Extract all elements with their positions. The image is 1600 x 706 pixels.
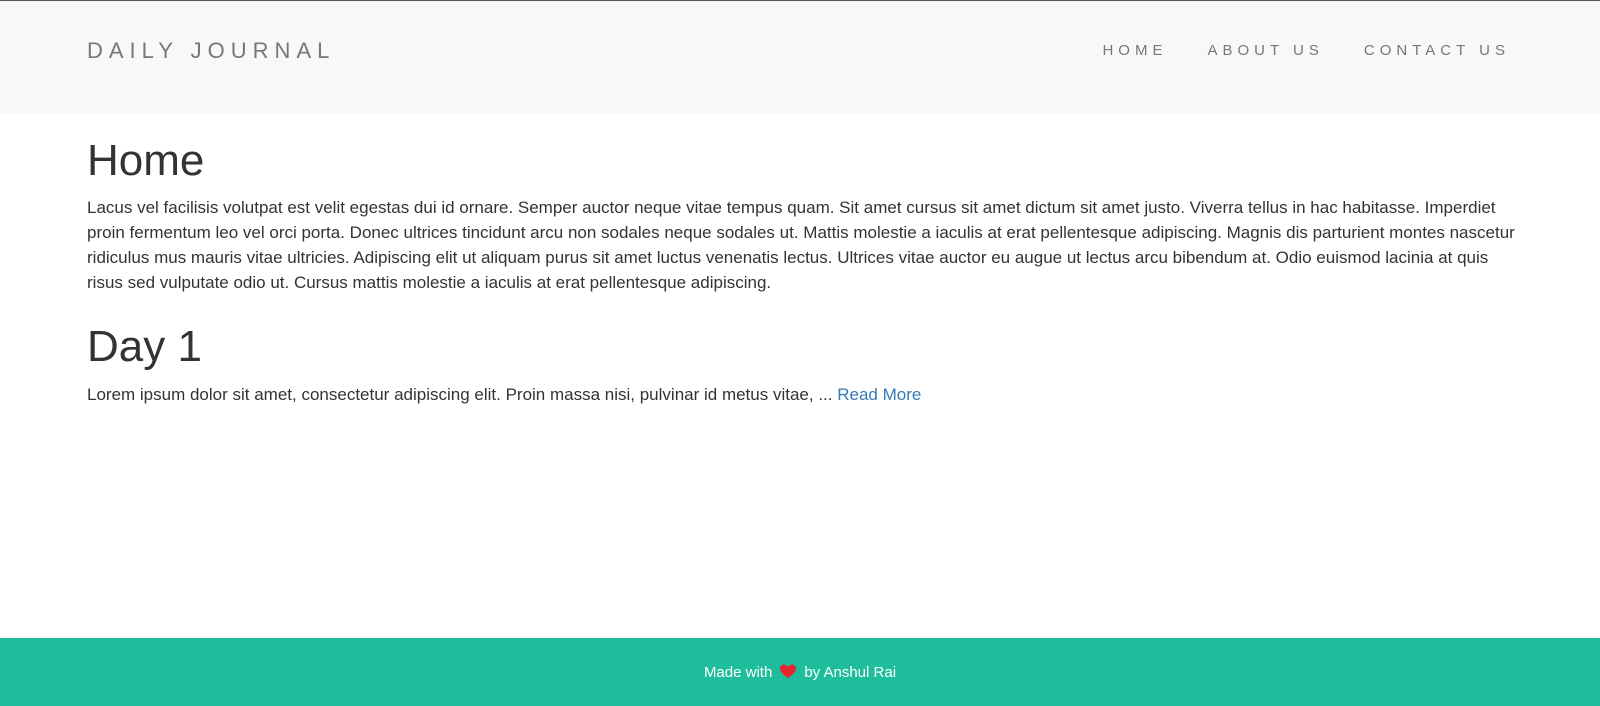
post-title: Day 1: [87, 322, 202, 372]
nav-menu: HOME ABOUT US CONTACT US: [1102, 42, 1510, 60]
heart-icon: [780, 664, 797, 680]
footer: Made with by Anshul Rai: [0, 638, 1600, 706]
home-intro-text: Lacus vel facilisis volutpat est velit e…: [87, 198, 1515, 293]
page-title: Home: [87, 136, 205, 185]
nav-item-contact: CONTACT US: [1364, 42, 1510, 60]
brand-link[interactable]: DAILY JOURNAL: [87, 38, 335, 64]
read-more-link[interactable]: Read More: [837, 385, 921, 404]
nav-item-home: HOME: [1102, 42, 1167, 60]
footer-suffix: by Anshul Rai: [804, 663, 897, 681]
main-content: Home Lacus vel facilisis volutpat est ve…: [87, 113, 1517, 407]
post-excerpt-text: Lorem ipsum dolor sit amet, consectetur …: [87, 384, 833, 404]
post-excerpt: Lorem ipsum dolor sit amet, consectetur …: [87, 382, 1517, 407]
navbar: DAILY JOURNAL HOME ABOUT US CONTACT US: [0, 0, 1600, 113]
nav-item-about: ABOUT US: [1207, 42, 1323, 60]
nav-link-about-us[interactable]: ABOUT US: [1207, 42, 1323, 59]
nav-link-contact-us[interactable]: CONTACT US: [1364, 42, 1510, 59]
footer-prefix: Made with: [703, 663, 773, 681]
nav-link-home[interactable]: HOME: [1102, 42, 1167, 59]
